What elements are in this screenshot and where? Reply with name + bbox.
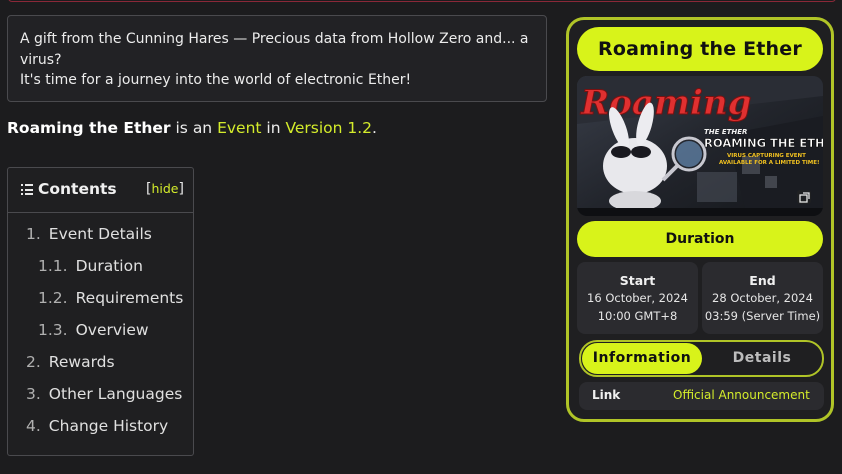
infobox-title: Roaming the Ether bbox=[577, 27, 823, 71]
toc-item-label: Other Languages bbox=[48, 385, 183, 403]
event-banner-image[interactable]: Roaming THE ETHER ROAMING THE ETHER VIRU… bbox=[577, 76, 823, 216]
intro-period: . bbox=[372, 119, 377, 137]
toc-item-number: 2. bbox=[26, 353, 41, 371]
event-infobox: Roaming the Ether Roaming THE ETHER ROAM… bbox=[566, 17, 834, 422]
toc-item-rewards[interactable]: 2. Rewards bbox=[8, 353, 193, 385]
toc-item-label: Duration bbox=[75, 257, 143, 275]
end-cell: End 28 October, 2024 03:59 (Server Time) bbox=[702, 262, 823, 334]
end-label: End bbox=[749, 273, 776, 288]
toc-item-duration[interactable]: 1.1. Duration bbox=[8, 257, 193, 289]
event-name: Roaming the Ether bbox=[7, 119, 171, 137]
toc-item-number: 1.3. bbox=[38, 321, 68, 339]
event-link[interactable]: Event bbox=[217, 119, 261, 137]
quote-line-1: A gift from the Cunning Hares — Precious… bbox=[20, 31, 529, 68]
duration-header: Duration bbox=[577, 221, 823, 257]
toc-hide-toggle[interactable]: [hide] bbox=[146, 181, 184, 197]
start-cell: Start 16 October, 2024 10:00 GMT+8 bbox=[577, 262, 698, 334]
end-date: 28 October, 2024 bbox=[712, 291, 813, 305]
toc-item-label: Rewards bbox=[48, 353, 115, 371]
toc-item-number: 3. bbox=[26, 385, 41, 403]
toc-item-requirements[interactable]: 1.2. Requirements bbox=[8, 289, 193, 321]
quote-line-2: It's time for a journey into the world o… bbox=[20, 72, 412, 88]
banner-subtext-1: VIRUS CAPTURING EVENT bbox=[727, 153, 806, 159]
list-icon bbox=[21, 184, 33, 195]
banner-big-text: ROAMING THE ETHER bbox=[704, 136, 823, 150]
toc-item-label: Change History bbox=[48, 417, 169, 435]
toc-item-event-details[interactable]: 1. Event Details bbox=[8, 225, 193, 257]
toc-item-number: 4. bbox=[26, 417, 41, 435]
tab-information[interactable]: Information bbox=[582, 343, 702, 374]
intro-sentence: Roaming the Ether is an Event in Version… bbox=[7, 119, 377, 137]
banner-subtext-2: AVAILABLE FOR A LIMITED TIME! bbox=[719, 160, 820, 166]
toc-item-number: 1.2. bbox=[38, 289, 68, 307]
toc-title: Contents bbox=[38, 180, 117, 198]
banner-small-text: THE ETHER bbox=[704, 128, 747, 136]
top-notice-edge bbox=[8, 0, 836, 2]
link-key: Link bbox=[592, 388, 621, 402]
official-announcement-link[interactable]: Official Announcement bbox=[673, 388, 810, 402]
banner-logo-text: Roaming bbox=[580, 83, 751, 123]
toc-list: 1. Event Details 1.1. Duration 1.2. Require… bbox=[8, 225, 193, 449]
start-time: 10:00 GMT+8 bbox=[597, 309, 678, 323]
gallery-expand-icon[interactable] bbox=[797, 190, 811, 204]
toc-item-other-languages[interactable]: 3. Other Languages bbox=[8, 385, 193, 417]
toc-item-label: Event Details bbox=[48, 225, 152, 243]
infobox-tabs: Information Details bbox=[579, 340, 824, 377]
intro-text-in: in bbox=[261, 119, 286, 137]
start-date: 16 October, 2024 bbox=[587, 291, 688, 305]
banner-artwork: Roaming THE ETHER ROAMING THE ETHER VIRU… bbox=[577, 76, 823, 216]
table-of-contents: Contents [hide] 1. Event Details 1.1. Dura… bbox=[7, 167, 194, 456]
link-row: Link Official Announcement bbox=[579, 382, 824, 410]
toc-hide-link[interactable]: hide bbox=[151, 181, 178, 196]
toc-item-overview[interactable]: 1.3. Overview bbox=[8, 321, 193, 353]
toc-item-number: 1.1. bbox=[38, 257, 68, 275]
toc-header: Contents [hide] bbox=[8, 168, 193, 213]
toc-item-label: Overview bbox=[75, 321, 149, 339]
toc-item-number: 1. bbox=[26, 225, 41, 243]
toc-bracket-close: ] bbox=[178, 181, 184, 197]
end-time: 03:59 (Server Time) bbox=[704, 309, 821, 323]
event-quote-box: A gift from the Cunning Hares — Precious… bbox=[7, 15, 547, 102]
version-link[interactable]: Version 1.2 bbox=[285, 119, 372, 137]
start-label: Start bbox=[619, 273, 656, 288]
intro-text-is-an: is an bbox=[170, 119, 218, 137]
toc-item-change-history[interactable]: 4. Change History bbox=[8, 417, 193, 449]
toc-item-label: Requirements bbox=[75, 289, 184, 307]
tab-details[interactable]: Details bbox=[703, 343, 821, 374]
